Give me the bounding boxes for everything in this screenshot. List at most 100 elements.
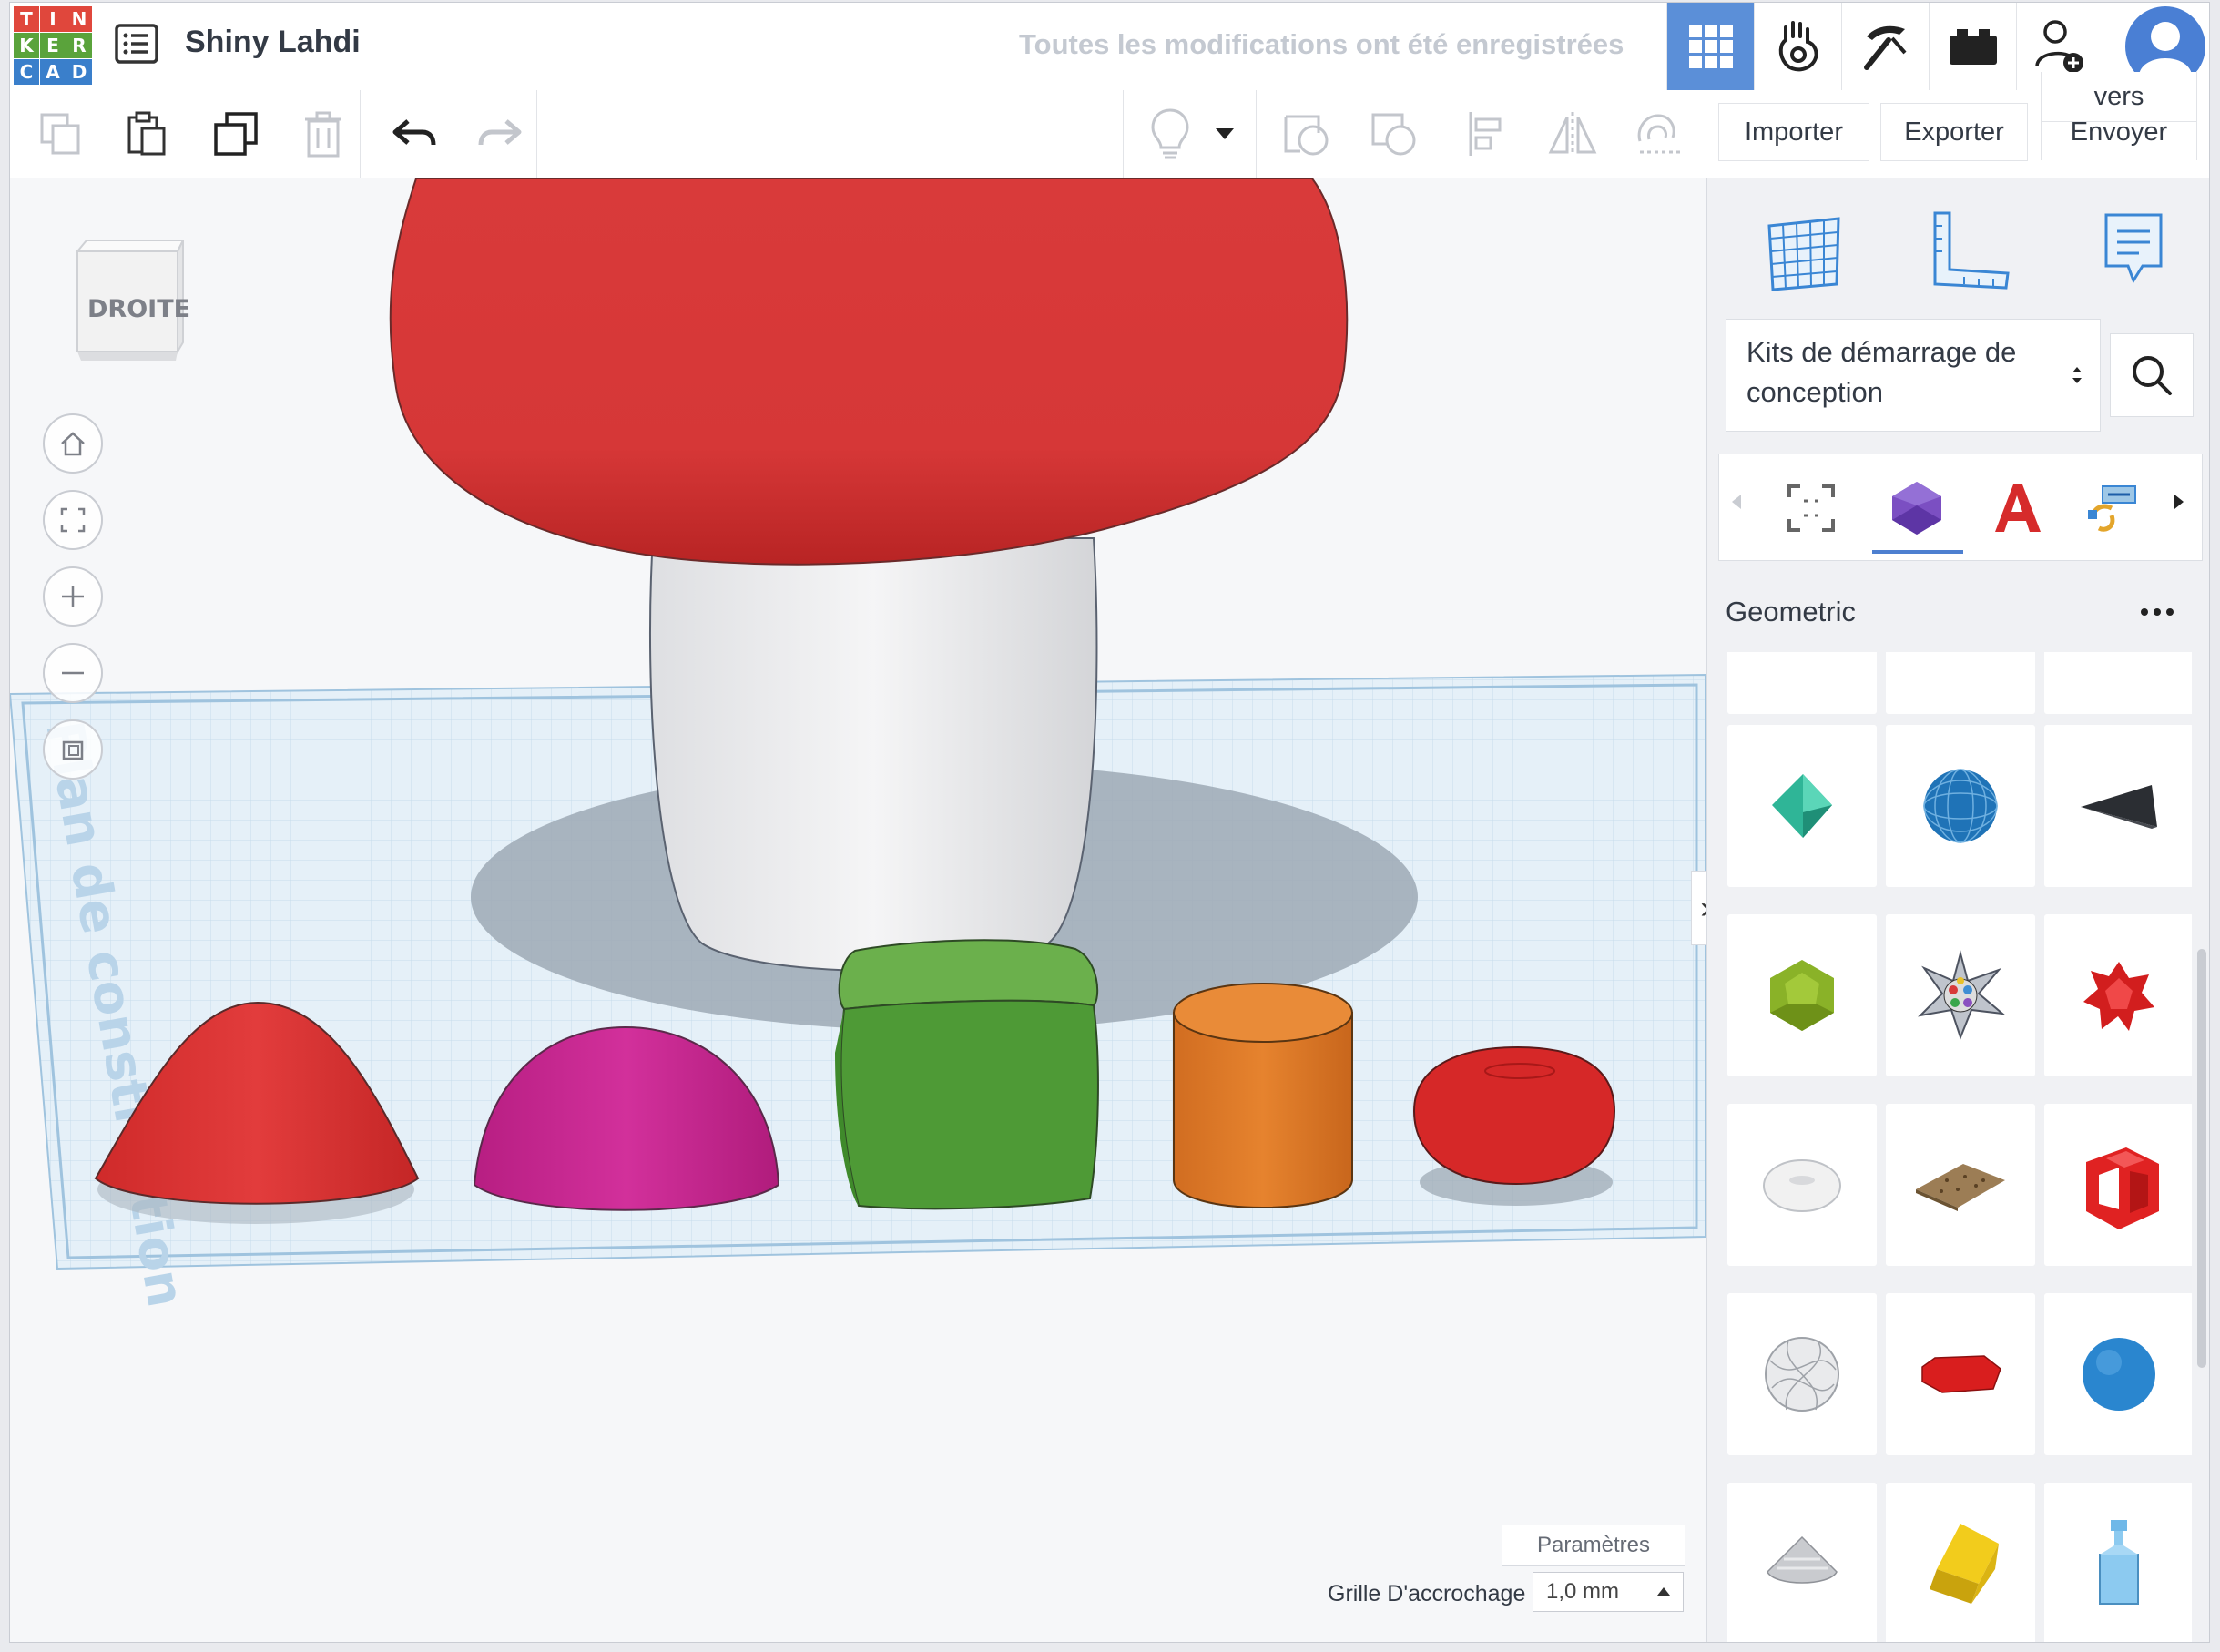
3d-workplane-viewport[interactable]: Plan de construction DROITE Paramètres G…: [10, 178, 1706, 1642]
workplane-tool-button[interactable]: [1757, 206, 1848, 297]
mushroom-stem[interactable]: [648, 537, 1098, 972]
redo-button[interactable]: [473, 107, 527, 161]
box-shape[interactable]: [835, 939, 1099, 1210]
connector-icon: [2088, 485, 2136, 532]
zoom-out-button[interactable]: [43, 643, 103, 703]
cylinder-shape[interactable]: [1173, 983, 1353, 1208]
category-geometric[interactable]: [1883, 474, 1950, 542]
logo-letter: T: [14, 6, 39, 32]
shape-tile[interactable]: [1886, 1483, 2035, 1642]
paste-icon: [127, 111, 166, 156]
category-next-icon[interactable]: [2174, 495, 2184, 509]
torus-shape[interactable]: [1412, 1045, 1616, 1206]
shape-search-button[interactable]: [2110, 333, 2194, 417]
send-to-button-line2[interactable]: vers: [2041, 72, 2197, 122]
shape-tile[interactable]: [1727, 914, 1877, 1076]
shape-tile[interactable]: [2044, 1104, 2192, 1266]
snap-grid-select[interactable]: 1,0 mm: [1533, 1572, 1684, 1612]
red-crystal-icon: [2083, 962, 2154, 1031]
shape-tile[interactable]: [2044, 914, 2192, 1076]
category-basic[interactable]: [1777, 474, 1845, 542]
mushroom-cap[interactable]: [389, 178, 1349, 566]
copy-button[interactable]: [34, 107, 88, 161]
shape-tile[interactable]: [1727, 725, 1877, 887]
duplicate-icon: [214, 112, 258, 156]
notes-dropdown[interactable]: [1207, 107, 1243, 161]
toolbar-divider: [1256, 90, 1257, 178]
cruise-button[interactable]: [1631, 107, 1685, 161]
perspective-button[interactable]: [43, 719, 103, 780]
mirror-button[interactable]: [1545, 107, 1600, 161]
category-selected-indicator: [1872, 550, 1963, 554]
logo-letter: C: [14, 59, 39, 85]
more-options-icon[interactable]: [2139, 607, 2175, 617]
shape-tile[interactable]: [2044, 1483, 2192, 1642]
align-button[interactable]: [1460, 107, 1514, 161]
minus-icon: [62, 671, 84, 675]
undo-button[interactable]: [387, 107, 442, 161]
briefcase-icon: [1949, 29, 1997, 65]
home-view-button[interactable]: [43, 413, 103, 474]
caret-down-icon: [1216, 128, 1234, 139]
zoom-in-button[interactable]: [43, 566, 103, 627]
shape-tile[interactable]: [1727, 1104, 1877, 1266]
letter-a-icon: [1995, 484, 2041, 532]
chevron-right-icon: ›: [1700, 891, 1706, 926]
circuits-button[interactable]: [1929, 3, 2016, 90]
group-button[interactable]: [1279, 107, 1334, 161]
ruler-icon: [1933, 211, 2010, 290]
star-polyhedron-icon: [1918, 950, 2006, 1040]
scene-render[interactable]: Plan de construction: [10, 178, 1706, 1642]
bottle-icon: [2099, 1520, 2139, 1605]
export-button[interactable]: Exporter: [1880, 103, 2028, 161]
logo-letter: R: [66, 33, 92, 58]
category-prev-icon[interactable]: [1732, 495, 1741, 509]
lightbulb-icon: [1151, 108, 1189, 159]
shape-tile[interactable]: [1886, 1104, 2035, 1266]
shape-tile[interactable]: [2044, 652, 2192, 714]
octahedron-icon: [1772, 774, 1832, 838]
logo-letter: K: [14, 33, 39, 58]
wire-ball-icon: [1765, 1337, 1839, 1412]
shape-tile[interactable]: [1886, 1293, 2035, 1455]
select-arrows-icon: [2072, 367, 2082, 383]
perspective-icon: [62, 740, 84, 760]
category-text[interactable]: [1983, 474, 2051, 542]
shape-tile[interactable]: [1886, 652, 2035, 714]
tinkercad-logo[interactable]: TIN KER CAD: [14, 6, 92, 85]
shape-tile[interactable]: [2044, 725, 2192, 887]
paste-button[interactable]: [119, 107, 174, 161]
home-icon: [61, 432, 85, 456]
notes-button[interactable]: [1143, 107, 1197, 161]
3d-view-button[interactable]: [1666, 3, 1754, 90]
category-connectors[interactable]: [2078, 474, 2145, 542]
shape-grid-scrollbar[interactable]: [2197, 949, 2206, 1368]
yellow-cube-icon: [1930, 1524, 1999, 1604]
design-title[interactable]: Shiny Lahdi: [185, 25, 361, 60]
copy-icon: [40, 113, 80, 155]
fit-view-button[interactable]: [43, 490, 103, 550]
shape-tile[interactable]: [2044, 1293, 2192, 1455]
shape-tile[interactable]: [1886, 725, 2035, 887]
shape-tile[interactable]: [1727, 652, 1877, 714]
shape-tile[interactable]: [1886, 914, 2035, 1076]
view-cube-face-label[interactable]: DROITE: [87, 295, 190, 323]
category-bar: [1718, 454, 2203, 561]
notes-tool-button[interactable]: [2088, 206, 2179, 297]
design-list-icon[interactable]: [114, 23, 159, 65]
shape-grid: [1727, 652, 2192, 1642]
import-button[interactable]: Importer: [1718, 103, 1869, 161]
shape-tile[interactable]: [1727, 1293, 1877, 1455]
shape-tile[interactable]: [1727, 1483, 1877, 1642]
duplicate-button[interactable]: [209, 107, 263, 161]
toolbar-divider: [360, 90, 361, 178]
delete-button[interactable]: [296, 107, 351, 161]
shape-library-select[interactable]: Kits de démarrage de conception: [1726, 319, 2101, 432]
bricks-button[interactable]: [1841, 3, 1929, 90]
settings-button[interactable]: Paramètres: [1502, 1525, 1685, 1566]
panel-collapse-button[interactable]: ›: [1691, 871, 1706, 945]
snap-grid-value: 1,0 mm: [1546, 1579, 1620, 1604]
ruler-tool-button[interactable]: [1922, 206, 2013, 297]
ungroup-button[interactable]: [1367, 107, 1421, 161]
blocks-button[interactable]: [1754, 3, 1841, 90]
